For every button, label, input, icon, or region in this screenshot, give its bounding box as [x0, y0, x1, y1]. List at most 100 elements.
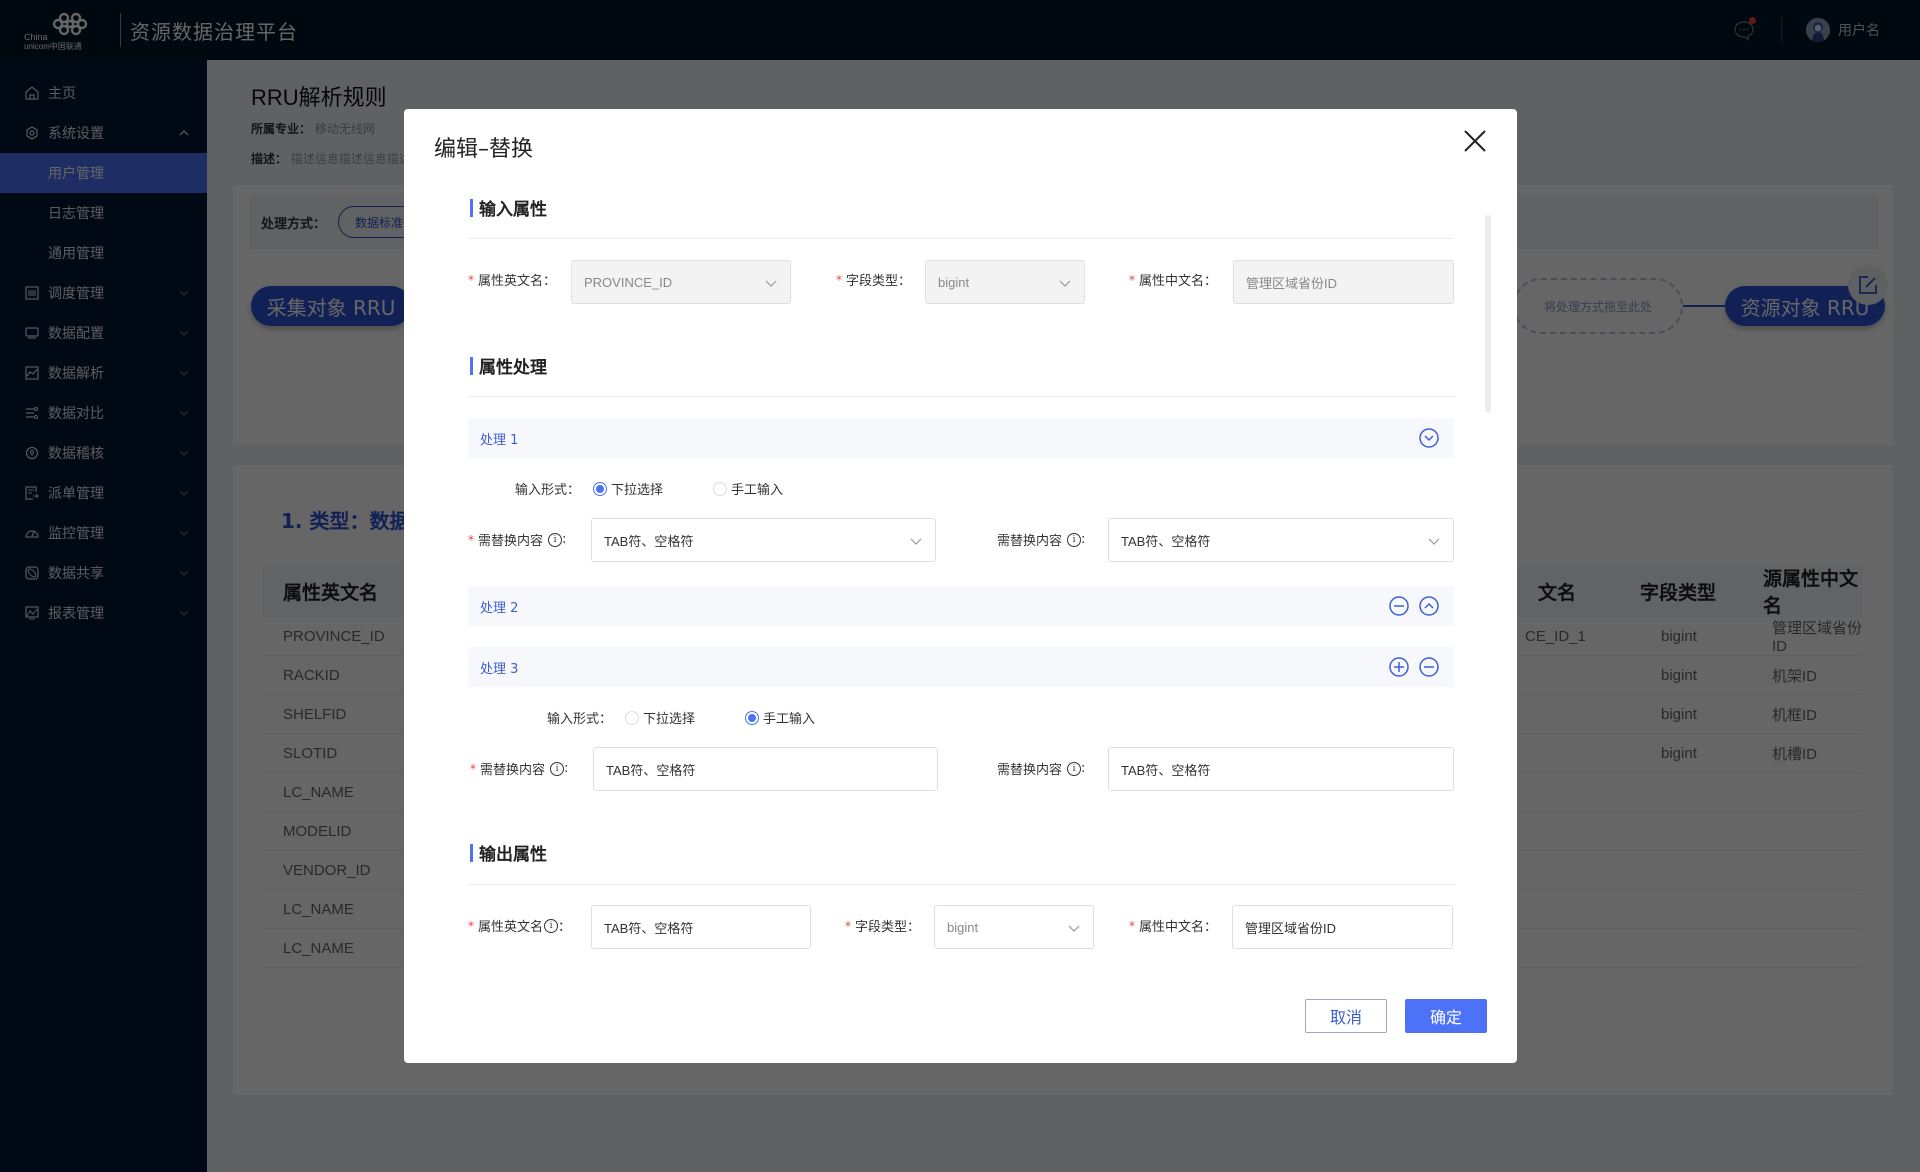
step-3-header[interactable]: 处理 3 [468, 647, 1454, 687]
required-mark: * [836, 272, 842, 287]
radio-label: 下拉选择 [611, 483, 664, 498]
section-accent [470, 356, 473, 375]
required-mark: * [468, 272, 474, 287]
radio-label: 手工输入 [731, 483, 784, 498]
output-cn-name-label: * 属性中文名： [1129, 916, 1218, 936]
divider [468, 396, 1454, 397]
radio-checked [593, 481, 607, 496]
select-value: TAB符、空格符 [604, 533, 694, 549]
label-text: 属性英文名 [478, 920, 544, 935]
edit-replace-dialog: 编辑–替换 输入属性 * 属性英文名： PROVINCE_ID * 字段类型： bi… [404, 109, 1517, 1063]
info-icon[interactable]: i [1067, 532, 1082, 547]
chevron-down-icon [1068, 925, 1080, 932]
divider [468, 884, 1454, 885]
step-3-left-label: * 需替换内容 i: [470, 761, 569, 778]
required-mark: * [468, 532, 474, 547]
input-en-name-label: * 属性英文名： [468, 270, 557, 290]
close-icon[interactable] [1461, 127, 1489, 155]
step-3-input-mode-label: 输入形式： [547, 712, 613, 727]
process-section-title: 属性处理 [470, 353, 547, 378]
step-1-input-mode: 下拉选择 手工输入 [593, 479, 783, 498]
input-en-name-select[interactable]: PROVINCE_ID [571, 260, 791, 304]
label-text: 属性英文名： [478, 274, 557, 289]
field-value: 管理区域省份ID [1246, 275, 1338, 291]
divider [468, 238, 1454, 239]
step-1-left-label: * 需替换内容 i: [468, 532, 567, 549]
step-3-left-input[interactable]: TAB符、空格符 [593, 747, 938, 791]
required-mark: * [1129, 918, 1135, 933]
radio-label: 下拉选择 [643, 712, 696, 727]
radio-dropdown-select[interactable]: 下拉选择 [625, 708, 695, 727]
step-1-right-select[interactable]: TAB符、空格符 [1108, 518, 1454, 562]
radio-dropdown-select[interactable]: 下拉选择 [593, 479, 663, 498]
section-title-text: 输出属性 [479, 845, 547, 865]
collapse-circle-icon[interactable] [1418, 427, 1440, 449]
confirm-button[interactable]: 确定 [1405, 999, 1487, 1033]
radio-unchecked [625, 710, 639, 725]
step-label: 处理 3 [480, 661, 519, 677]
minus-circle-icon[interactable] [1418, 656, 1440, 678]
label-text: 字段类型： [846, 274, 912, 289]
required-mark: * [845, 918, 851, 933]
label-text: 需替换内容 [480, 763, 546, 778]
input-value: 管理区域省份ID [1245, 920, 1337, 936]
step-label: 处理 2 [480, 600, 519, 616]
section-title-text: 属性处理 [479, 358, 547, 378]
radio-unchecked [713, 481, 728, 496]
step-3-right-label: 需替换内容 i: [997, 761, 1086, 778]
dialog-scrollbar[interactable] [1485, 215, 1491, 413]
required-mark: * [470, 761, 476, 776]
label-text: 字段类型： [855, 920, 921, 935]
label-text: 属性中文名： [1139, 920, 1218, 935]
input-section-title: 输入属性 [470, 195, 547, 220]
info-icon[interactable]: i [1067, 761, 1082, 776]
info-icon[interactable]: i [550, 761, 565, 776]
output-cn-name-input[interactable]: 管理区域省份ID [1232, 905, 1453, 949]
info-icon[interactable]: i [548, 532, 563, 547]
step-3-right-input[interactable]: TAB符、空格符 [1108, 747, 1454, 791]
step-2-header[interactable]: 处理 2 [468, 586, 1454, 626]
radio-manual-input[interactable]: 手工输入 [713, 479, 783, 498]
step-1-input-mode-label: 输入形式： [515, 483, 581, 498]
input-cn-name-label: * 属性中文名： [1129, 270, 1218, 290]
chevron-down-icon [765, 280, 777, 287]
section-title-text: 输入属性 [479, 200, 547, 220]
select-value: bigint [947, 919, 979, 935]
input-value: TAB符、空格符 [1121, 762, 1211, 778]
output-type-label: * 字段类型： [845, 916, 921, 936]
input-type-select[interactable]: bigint [925, 260, 1085, 304]
required-mark: * [1129, 272, 1135, 287]
radio-label: 手工输入 [763, 712, 816, 727]
chevron-down-icon [910, 538, 922, 545]
info-icon[interactable]: i [544, 918, 559, 933]
input-value: TAB符、空格符 [606, 762, 696, 778]
radio-checked [745, 710, 760, 725]
chevron-down-icon [1428, 538, 1440, 545]
select-value: bigint [938, 274, 970, 290]
chevron-down-icon [1059, 280, 1071, 287]
step-label: 处理 1 [480, 432, 519, 448]
step-3-input-mode: 下拉选择 手工输入 [625, 708, 815, 727]
plus-circle-icon[interactable] [1388, 656, 1410, 678]
output-type-select[interactable]: bigint [934, 905, 1094, 949]
step-1-left-select[interactable]: TAB符、空格符 [591, 518, 936, 562]
label-text: 需替换内容 [997, 763, 1063, 778]
section-accent [470, 198, 473, 217]
output-en-name-input[interactable]: TAB符、空格符 [591, 905, 811, 949]
label-text: 属性中文名： [1139, 274, 1218, 289]
label-text: 需替换内容 [997, 534, 1063, 549]
step-1-header[interactable]: 处理 1 [468, 418, 1454, 458]
input-type-label: * 字段类型： [836, 270, 912, 290]
output-en-name-label: * 属性英文名 i： [468, 916, 571, 935]
label-text: 需替换内容 [478, 534, 544, 549]
input-cn-name-field[interactable]: 管理区域省份ID [1233, 260, 1454, 304]
dialog-title: 编辑–替换 [434, 137, 534, 162]
step-1-right-label: 需替换内容 i: [997, 532, 1086, 549]
cancel-button[interactable]: 取消 [1305, 999, 1387, 1033]
minus-circle-icon[interactable] [1388, 595, 1410, 617]
select-value: TAB符、空格符 [1121, 533, 1211, 549]
expand-circle-icon[interactable] [1418, 595, 1440, 617]
output-section-title: 输出属性 [470, 840, 547, 865]
radio-manual-input[interactable]: 手工输入 [745, 708, 815, 727]
input-value: TAB符、空格符 [604, 920, 694, 936]
